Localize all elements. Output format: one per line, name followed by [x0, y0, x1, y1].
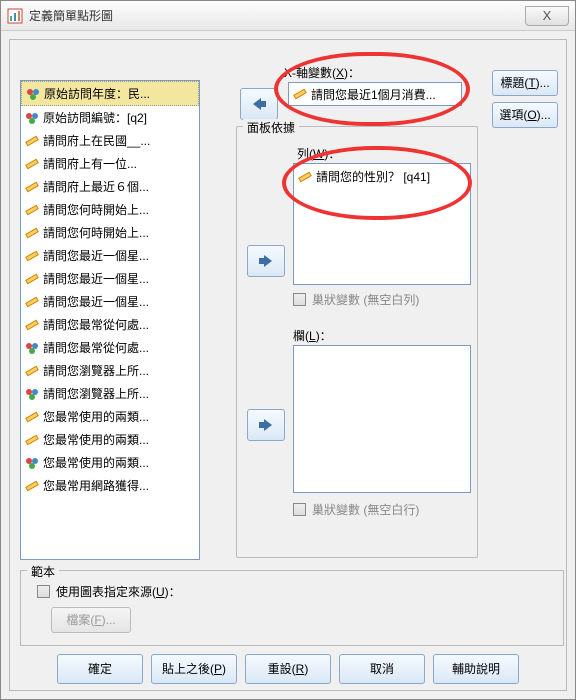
nest-columns-checkbox: 巢狀變數 (無空白行) [293, 501, 419, 518]
columns-field[interactable] [293, 345, 471, 493]
list-item[interactable]: 您最常使用的兩類... [21, 405, 199, 428]
checkbox-icon [293, 503, 306, 516]
dialog-window: 定義簡單點形圖 X 原始訪問年度：民... 原始訪問編號：[q2] 請問府上在民國_… [0, 0, 576, 700]
list-item[interactable]: 原始訪問年度：民... [21, 81, 199, 106]
columns-label: 欄(L)： [293, 327, 332, 344]
ruler-icon [25, 249, 39, 263]
list-item-label: 請問您瀏覽器上所... [43, 385, 149, 402]
list-item[interactable]: 請問您瀏覽器上所... [21, 359, 199, 382]
list-item[interactable]: 請問府上有一位... [21, 152, 199, 175]
rows-label: 列(W)： [297, 145, 340, 162]
nominal-icon [25, 456, 39, 470]
help-button[interactable]: 輔助說明 [433, 654, 519, 684]
ruler-icon [25, 410, 39, 424]
ruler-icon [25, 157, 39, 171]
button-bar: 確定 貼上之後(P) 重設(R) 取消 輔助說明 [10, 654, 566, 684]
list-item[interactable]: 請問您最常從何處... [21, 336, 199, 359]
titlebar: 定義簡單點形圖 X [1, 1, 575, 31]
template-legend: 範本 [27, 563, 59, 580]
xaxis-move-button[interactable] [240, 88, 278, 120]
list-item[interactable]: 請問府上最近６個... [21, 175, 199, 198]
list-item-label: 請問您最近一個星... [43, 247, 149, 264]
list-item[interactable]: 請問您最近一個星... [21, 244, 199, 267]
nominal-icon [25, 111, 39, 125]
list-item-label: 請問您最近一個星... [43, 293, 149, 310]
ruler-icon [25, 364, 39, 378]
list-item[interactable]: 請問您最近一個星... [21, 290, 199, 313]
checkbox-icon [37, 585, 50, 598]
paste-button[interactable]: 貼上之後(P) [151, 654, 237, 684]
rows-move-button[interactable] [247, 245, 285, 277]
file-button: 檔案(F)... [51, 607, 131, 633]
list-item[interactable]: 您最常使用的兩類... [21, 451, 199, 474]
ruler-icon [25, 134, 39, 148]
list-item-label: 原始訪問編號：[q2] [43, 109, 147, 126]
list-item[interactable]: 請問您何時開始上... [21, 221, 199, 244]
list-item[interactable]: 請問您瀏覽器上所... [21, 382, 199, 405]
ruler-icon [293, 87, 307, 101]
panel-by-group: 面板依據 列(W)： 請問您的性別？ [q41] [236, 126, 478, 558]
list-item-label: 您最常用網路獲得... [43, 477, 149, 494]
list-item[interactable]: 請問您最近一個星... [21, 267, 199, 290]
rows-value: 請問您的性別？ [q41] [316, 168, 430, 185]
columns-move-button[interactable] [247, 409, 285, 441]
ruler-icon [25, 318, 39, 332]
list-item-label: 請問您最常從何處... [43, 339, 149, 356]
list-item-label: 原始訪問年度：民... [44, 85, 150, 102]
list-item[interactable]: 您最常使用的兩類... [21, 428, 199, 451]
variable-list[interactable]: 原始訪問年度：民... 原始訪問編號：[q2] 請問府上在民國__... 請問府上有一… [20, 80, 200, 560]
nominal-icon [25, 387, 39, 401]
ruler-icon [298, 170, 312, 184]
list-item-label: 您最常使用的兩類... [43, 408, 149, 425]
list-item-label: 請問府上最近６個... [43, 178, 149, 195]
list-item-label: 您最常使用的兩類... [43, 454, 149, 471]
ruler-icon [25, 203, 39, 217]
options-button[interactable]: 選項(O)... [492, 102, 558, 128]
xaxis-label: X-軸變數(X)： [284, 64, 360, 81]
ok-button[interactable]: 確定 [57, 654, 143, 684]
nominal-icon [25, 341, 39, 355]
nominal-icon [26, 87, 40, 101]
list-item[interactable]: 請問您最常從何處... [21, 313, 199, 336]
inner-panel: 原始訪問年度：民... 原始訪問編號：[q2] 請問府上在民國__... 請問府上有一… [9, 39, 567, 691]
rows-field[interactable]: 請問您的性別？ [q41] [293, 163, 471, 285]
close-button[interactable]: X [525, 6, 569, 26]
ruler-icon [25, 272, 39, 286]
ruler-icon [25, 226, 39, 240]
template-group: 範本 使用圖表指定來源(U)： 檔案(F)... [20, 570, 564, 646]
app-icon [7, 8, 23, 24]
list-item-label: 請問您最常從何處... [43, 316, 149, 333]
checkbox-icon [293, 293, 306, 306]
list-item-label: 您最常使用的兩類... [43, 431, 149, 448]
list-item-label: 請問您何時開始上... [43, 201, 149, 218]
content-area: 原始訪問年度：民... 原始訪問編號：[q2] 請問府上在民國__... 請問府上有一… [1, 31, 575, 699]
list-item-label: 請問您何時開始上... [43, 224, 149, 241]
right-buttons: 標題(T)... 選項(O)... [492, 70, 558, 128]
list-item-label: 請問府上有一位... [43, 155, 137, 172]
window-title: 定義簡單點形圖 [29, 7, 525, 24]
list-item-label: 請問府上在民國__... [43, 132, 150, 149]
list-item[interactable]: 您最常用網路獲得... [21, 474, 199, 497]
nest-rows-checkbox: 巢狀變數 (無空白列) [293, 291, 419, 308]
list-item[interactable]: 原始訪問編號：[q2] [21, 106, 199, 129]
panel-legend: 面板依據 [243, 119, 299, 136]
ruler-icon [25, 479, 39, 493]
titles-button[interactable]: 標題(T)... [492, 70, 558, 96]
reset-button[interactable]: 重設(R) [245, 654, 331, 684]
list-item[interactable]: 請問府上在民國__... [21, 129, 199, 152]
ruler-icon [25, 433, 39, 447]
list-item-label: 請問您最近一個星... [43, 270, 149, 287]
use-template-checkbox[interactable]: 使用圖表指定來源(U)： [37, 583, 181, 600]
xaxis-field[interactable]: 請問您最近1個月消費... [288, 82, 462, 106]
cancel-button[interactable]: 取消 [339, 654, 425, 684]
list-item[interactable]: 請問您何時開始上... [21, 198, 199, 221]
list-item-label: 請問您瀏覽器上所... [43, 362, 149, 379]
ruler-icon [25, 295, 39, 309]
xaxis-value: 請問您最近1個月消費... [311, 86, 436, 103]
ruler-icon [25, 180, 39, 194]
